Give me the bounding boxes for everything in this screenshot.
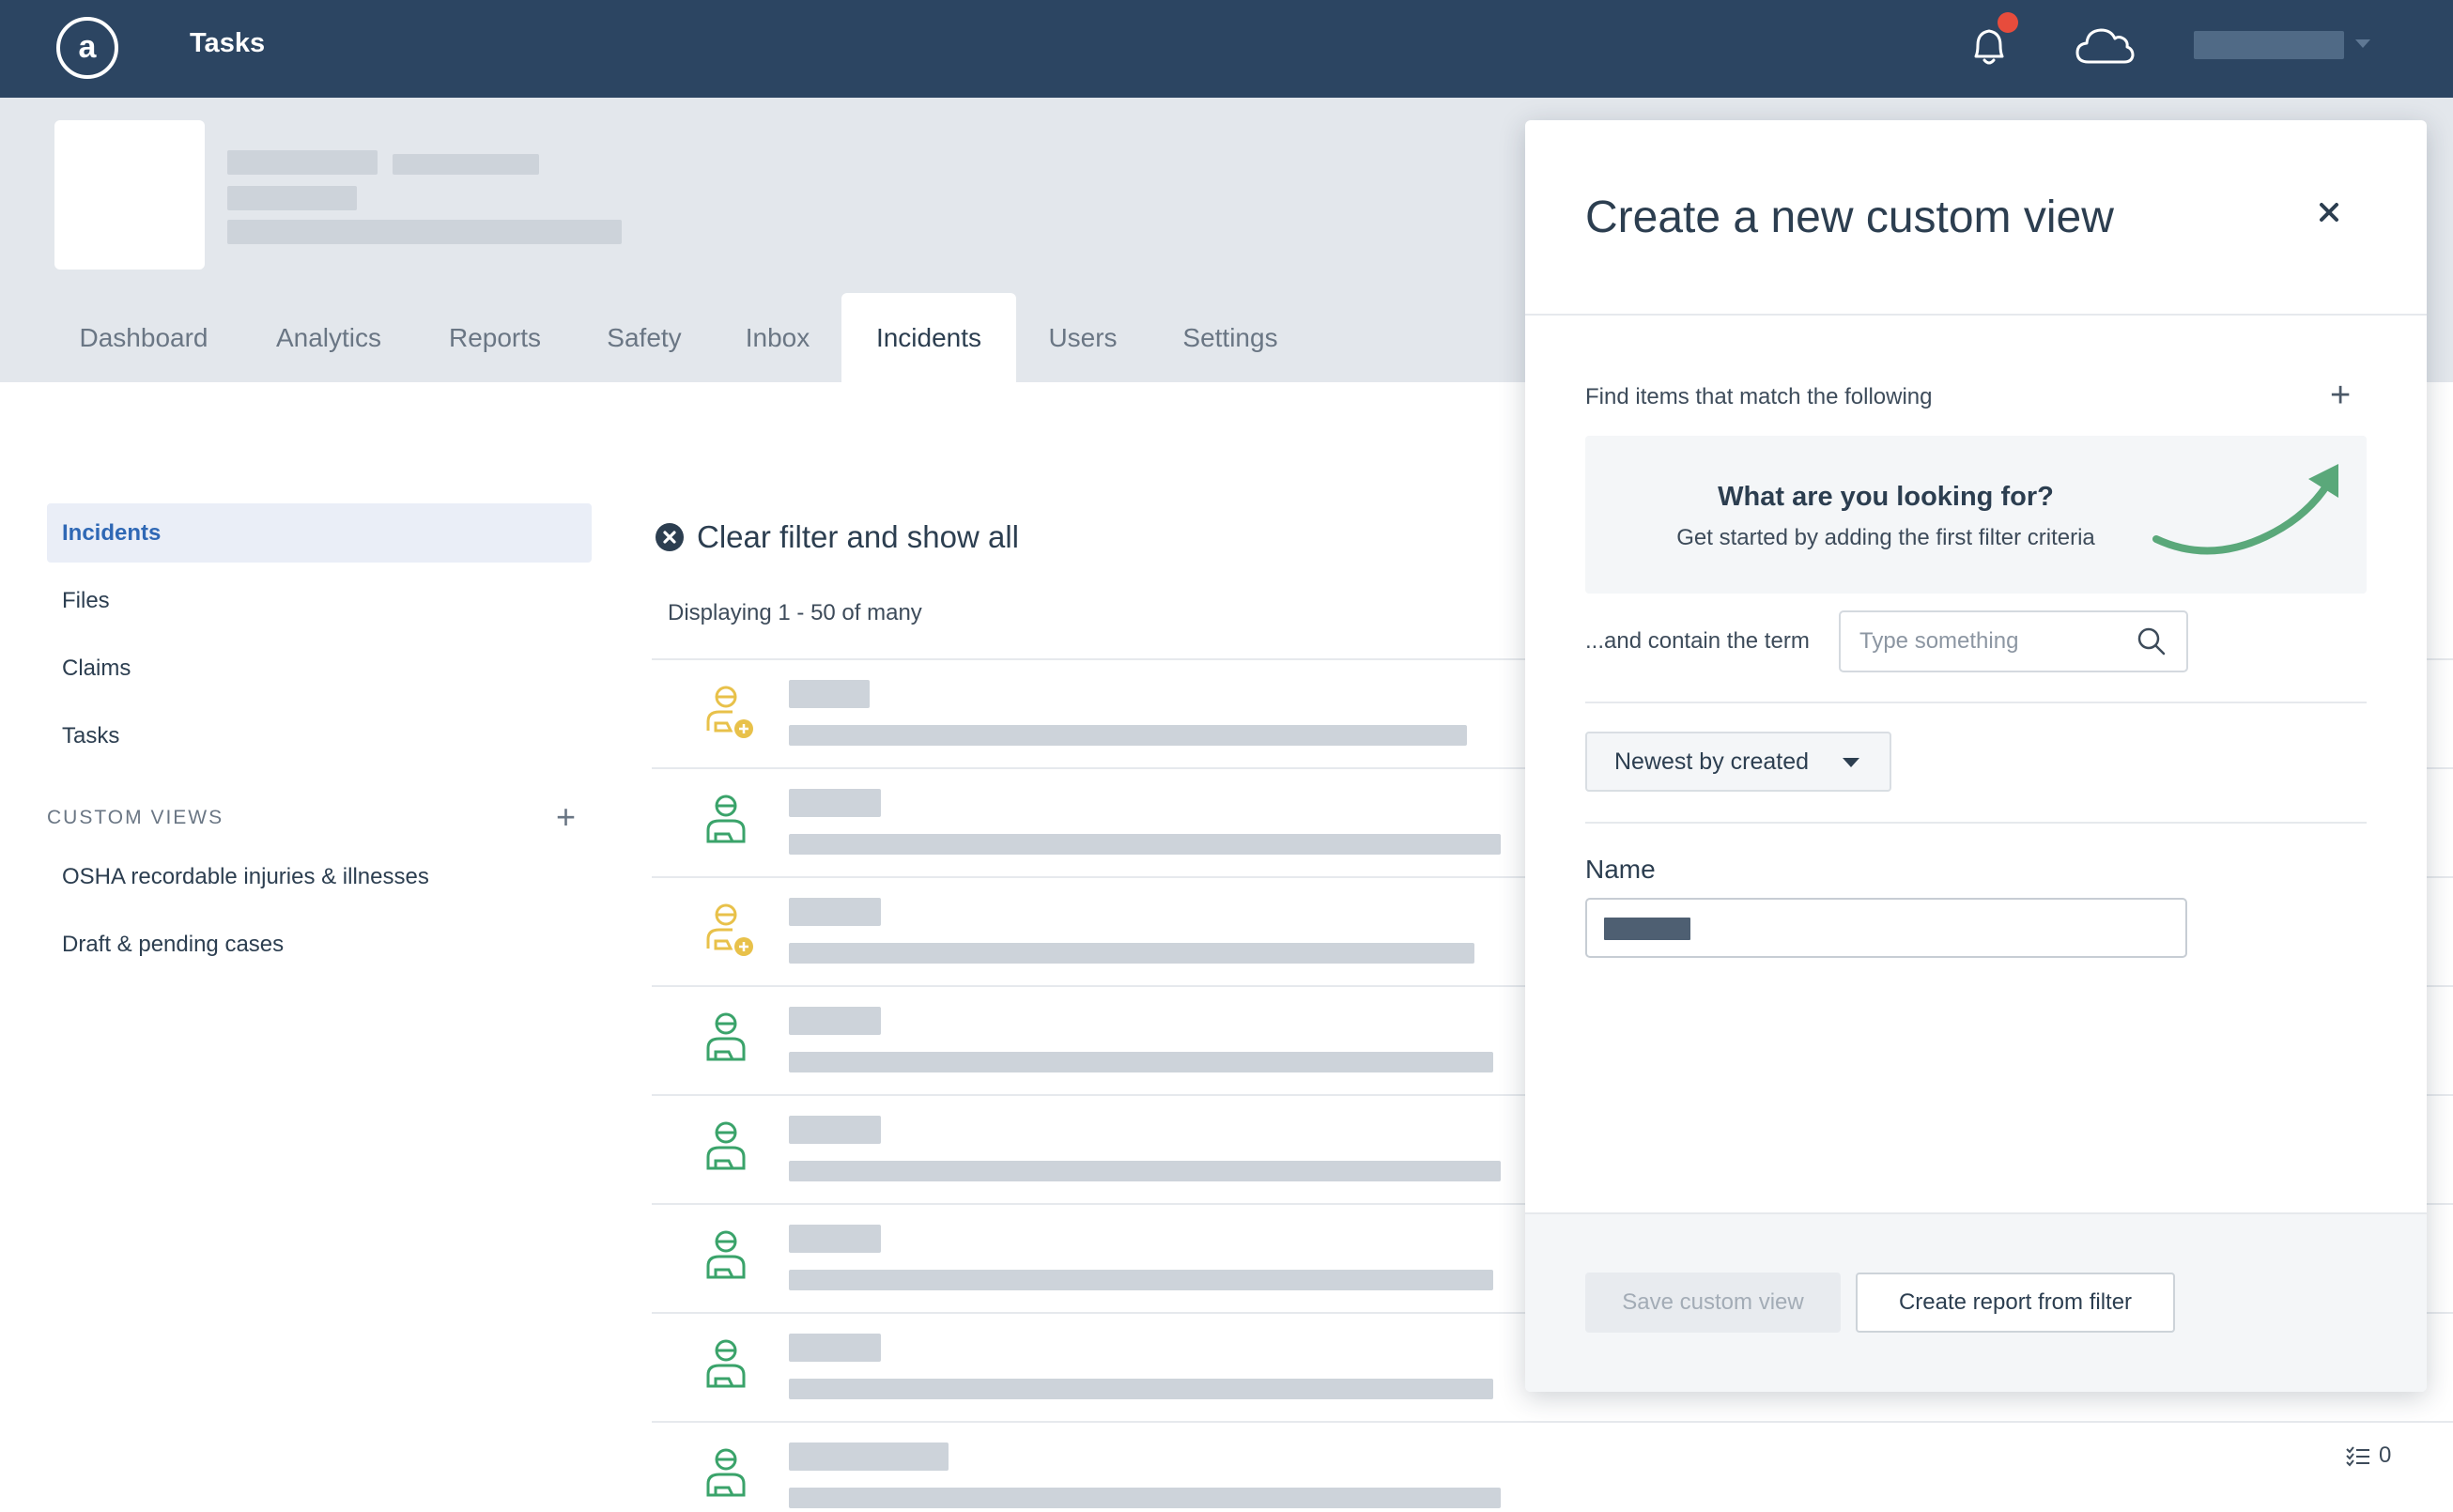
sidebar-item-files[interactable]: Files xyxy=(62,588,110,614)
title-placeholder xyxy=(227,150,378,175)
row-detail-placeholder xyxy=(789,1379,1493,1399)
subtitle-placeholder xyxy=(393,154,539,175)
tab-settings[interactable]: Settings xyxy=(1165,293,1296,382)
filter-criteria-label: Find items that match the following xyxy=(1585,384,1933,409)
tab-dashboard[interactable]: Dashboard xyxy=(58,293,229,382)
section-divider xyxy=(1585,702,2367,703)
name-label: Name xyxy=(1585,855,1656,884)
create-report-button[interactable]: Create report from filter xyxy=(1856,1273,2175,1333)
custom-view-draft-pending[interactable]: Draft & pending cases xyxy=(62,932,284,958)
tab-inbox[interactable]: Inbox xyxy=(729,293,826,382)
cloud-sync-icon[interactable] xyxy=(2074,21,2136,69)
add-custom-view-icon[interactable]: + xyxy=(556,800,576,834)
tab-label: Inbox xyxy=(745,322,810,352)
sidebar-item-incidents[interactable]: Incidents xyxy=(62,520,161,547)
tab-label: Users xyxy=(1048,322,1118,352)
row-title-placeholder xyxy=(789,789,881,817)
clear-filter-icon[interactable] xyxy=(655,522,685,552)
tab-safety[interactable]: Safety xyxy=(586,293,702,382)
tab-label: Safety xyxy=(607,322,682,352)
person-icon xyxy=(706,1121,746,1170)
contain-term-label: ...and contain the term xyxy=(1585,628,1810,654)
hint-subtitle: Get started by adding the first filter c… xyxy=(1676,525,2095,550)
clear-filter-link[interactable]: Clear filter and show all xyxy=(697,519,1019,555)
notification-badge xyxy=(1998,12,2018,33)
curved-arrow-icon xyxy=(2152,464,2338,555)
person-add-icon xyxy=(706,686,753,738)
row-detail-placeholder xyxy=(789,1488,1501,1508)
checklist-icon xyxy=(2346,1446,2369,1467)
person-icon xyxy=(706,795,746,843)
row-title-placeholder xyxy=(789,1443,949,1471)
search-icon[interactable] xyxy=(2136,625,2168,657)
row-title-placeholder xyxy=(789,1225,881,1253)
row-divider xyxy=(652,1421,2453,1423)
row-detail-placeholder xyxy=(789,1052,1493,1072)
row-detail-placeholder xyxy=(789,1270,1493,1290)
company-logo-placeholder xyxy=(54,120,205,270)
meta-placeholder xyxy=(227,220,622,244)
row-title-placeholder xyxy=(789,1116,881,1144)
meta-placeholder xyxy=(227,186,357,210)
row-title-placeholder xyxy=(789,898,881,926)
row-title-placeholder xyxy=(789,1007,881,1035)
view-name-value-placeholder xyxy=(1604,918,1690,940)
tab-users[interactable]: Users xyxy=(1031,293,1134,382)
close-icon[interactable] xyxy=(2312,195,2346,229)
row-detail-placeholder xyxy=(789,834,1501,855)
tab-label: Analytics xyxy=(275,322,382,352)
display-count: Displaying 1 - 50 of many xyxy=(668,600,922,625)
tab-label: Dashboard xyxy=(79,322,208,352)
tab-analytics[interactable]: Analytics xyxy=(254,293,404,382)
tab-label: Incidents xyxy=(875,322,982,352)
add-filter-icon[interactable]: + xyxy=(2330,378,2351,413)
row-title-placeholder xyxy=(789,680,870,708)
person-add-icon xyxy=(706,903,753,956)
save-custom-view-button[interactable]: Save custom view xyxy=(1585,1273,1841,1333)
row-title-placeholder xyxy=(789,1334,881,1362)
panel-header-divider xyxy=(1525,314,2427,316)
custom-view-osha[interactable]: OSHA recordable injuries & illnesses xyxy=(62,864,429,890)
person-icon xyxy=(706,1230,746,1279)
svg-text:a: a xyxy=(79,29,98,65)
person-icon xyxy=(706,1012,746,1061)
hint-title: What are you looking for? xyxy=(1718,482,2054,512)
panel-title: Create a new custom view xyxy=(1585,193,2114,242)
sort-order-value: Newest by created xyxy=(1614,748,1810,775)
tab-label: Reports xyxy=(448,322,542,352)
sidebar-item-tasks[interactable]: Tasks xyxy=(62,723,119,749)
row-detail-placeholder xyxy=(789,725,1467,746)
custom-views-heading: CUSTOM VIEWS xyxy=(47,807,224,828)
person-icon xyxy=(706,1339,746,1388)
tab-label: Settings xyxy=(1182,322,1278,352)
tab-reports[interactable]: Reports xyxy=(432,293,558,382)
chevron-down-icon[interactable] xyxy=(2355,39,2370,48)
row-detail-placeholder xyxy=(789,943,1474,964)
section-divider xyxy=(1585,822,2367,824)
person-icon xyxy=(706,1448,746,1497)
tab-incidents[interactable]: Incidents xyxy=(841,293,1016,382)
chevron-down-icon xyxy=(1843,758,1859,767)
sidebar-item-claims[interactable]: Claims xyxy=(62,656,131,682)
app-logo-icon[interactable]: a xyxy=(54,15,120,81)
row-detail-placeholder xyxy=(789,1161,1501,1181)
user-menu[interactable] xyxy=(2194,31,2344,59)
task-count: 0 xyxy=(2379,1443,2392,1468)
app-title[interactable]: Tasks xyxy=(190,28,265,59)
